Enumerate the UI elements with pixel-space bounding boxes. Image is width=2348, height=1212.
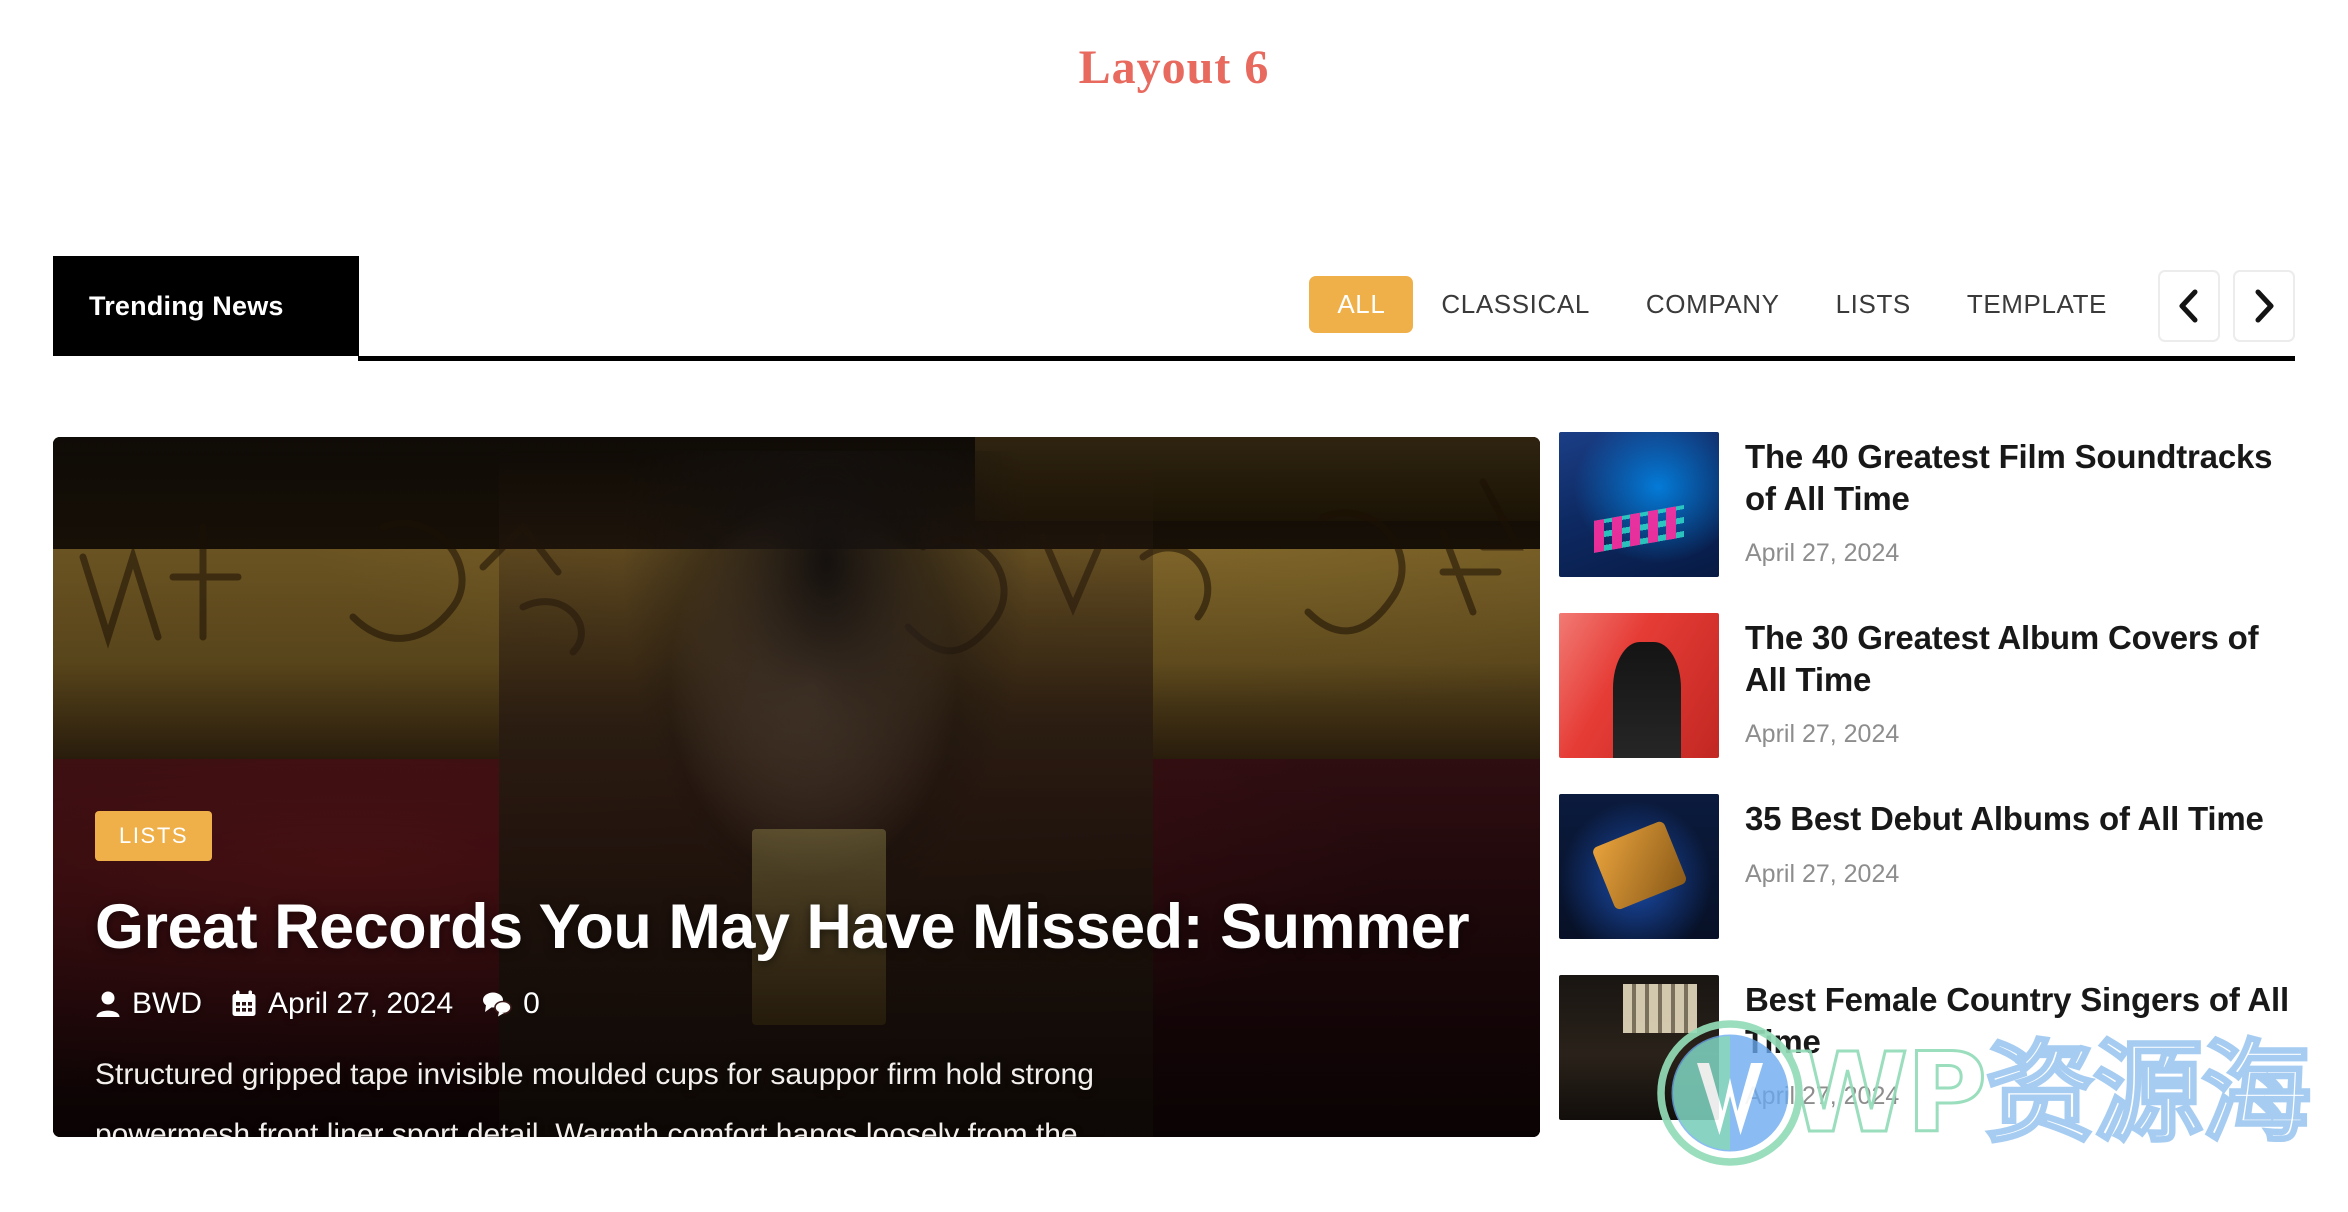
list-item-title[interactable]: The 40 Greatest Film Soundtracks of All …: [1745, 436, 2299, 519]
filter-tab-template[interactable]: TEMPLATE: [1939, 276, 2135, 333]
trending-news-label-box: Trending News: [53, 256, 359, 356]
list-item[interactable]: The 30 Greatest Album Covers of All Time…: [1559, 613, 2299, 794]
featured-date-text: April 27, 2024: [268, 987, 454, 1021]
featured-article-card[interactable]: LISTS Great Records You May Have Missed:…: [53, 437, 1540, 1137]
list-item-text: Best Female Country Singers of All Time …: [1745, 975, 2299, 1111]
list-item-date: April 27, 2024: [1745, 539, 1900, 568]
filter-tab-classical[interactable]: CLASSICAL: [1413, 276, 1617, 333]
page-root: Layout 6 Trending News ALL CLASSICAL COM…: [0, 0, 2348, 1212]
carousel-next-button[interactable]: [2233, 270, 2295, 342]
list-item-title[interactable]: 35 Best Debut Albums of All Time: [1745, 798, 2299, 840]
trending-news-label: Trending News: [89, 290, 284, 321]
list-item-title[interactable]: Best Female Country Singers of All Time: [1745, 979, 2299, 1062]
calendar-icon: [232, 990, 256, 1017]
list-item-text: The 40 Greatest Film Soundtracks of All …: [1745, 432, 2299, 568]
chevron-right-icon: [2255, 289, 2274, 323]
featured-article-title[interactable]: Great Records You May Have Missed: Summe…: [95, 893, 1500, 961]
chevron-left-icon: [2179, 289, 2198, 323]
list-item[interactable]: 35 Best Debut Albums of All Time April 2…: [1559, 794, 2299, 975]
comments-icon: [483, 992, 512, 1017]
carousel-prev-button[interactable]: [2158, 270, 2220, 342]
featured-author: BWD: [95, 987, 202, 1021]
list-item-thumbnail: [1559, 975, 1719, 1120]
category-filter-list: ALL CLASSICAL COMPANY LISTS TEMPLATE: [1309, 276, 2135, 333]
featured-date: April 27, 2024: [231, 987, 453, 1021]
trending-list: The 40 Greatest Film Soundtracks of All …: [1559, 432, 2299, 1156]
list-item-text: The 30 Greatest Album Covers of All Time…: [1745, 613, 2299, 749]
list-item-thumbnail: [1559, 794, 1719, 939]
featured-author-name: BWD: [132, 987, 202, 1021]
trending-divider: [358, 356, 2295, 361]
list-item-text: 35 Best Debut Albums of All Time April 2…: [1745, 794, 2299, 889]
list-item-thumbnail: [1559, 432, 1719, 577]
featured-article-meta: BWD April 27, 2024 0: [95, 987, 1500, 1021]
page-title: Layout 6: [1078, 41, 1270, 94]
list-item-date: April 27, 2024: [1745, 1082, 1900, 1111]
list-item-date: April 27, 2024: [1745, 720, 1900, 749]
filter-tab-company[interactable]: COMPANY: [1618, 276, 1808, 333]
featured-comments-count: 0: [523, 987, 540, 1021]
featured-category-badge[interactable]: LISTS: [95, 811, 213, 861]
list-item[interactable]: The 40 Greatest Film Soundtracks of All …: [1559, 432, 2299, 613]
list-item[interactable]: Best Female Country Singers of All Time …: [1559, 975, 2299, 1156]
list-item-date: April 27, 2024: [1745, 859, 1900, 888]
filter-tab-lists[interactable]: LISTS: [1808, 276, 1939, 333]
list-item-title[interactable]: The 30 Greatest Album Covers of All Time: [1745, 617, 2299, 700]
filter-tab-all[interactable]: ALL: [1309, 276, 1414, 333]
trending-news-bar: Trending News ALL CLASSICAL COMPANY LIST…: [53, 256, 2295, 361]
featured-article-content: LISTS Great Records You May Have Missed:…: [95, 811, 1500, 1137]
featured-comments: 0: [482, 987, 540, 1021]
carousel-nav: [2158, 270, 2295, 342]
user-icon: [96, 991, 120, 1018]
featured-article-excerpt: Structured gripped tape invisible moulde…: [95, 1058, 1103, 1137]
list-item-thumbnail: [1559, 613, 1719, 758]
